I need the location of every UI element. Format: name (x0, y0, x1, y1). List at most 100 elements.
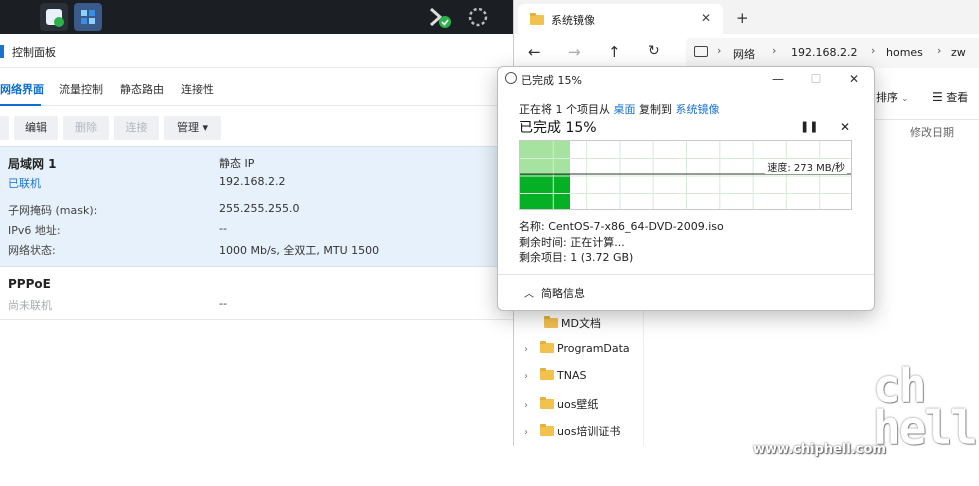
folder-icon (530, 13, 547, 27)
window-title: 控制面板 (12, 46, 56, 59)
chevron-down-icon: ⌄ (901, 94, 909, 103)
pause-button[interactable]: ❚❚ (800, 120, 818, 133)
breadcrumb-homes[interactable]: homes (886, 46, 923, 59)
dsm-taskbar (0, 0, 515, 34)
tree-item-programdata[interactable]: › ProgramData (524, 341, 630, 355)
tree-item-tnas[interactable]: › TNAS (524, 368, 587, 382)
chevron-right-icon[interactable]: › (524, 371, 540, 382)
speed-label: 速度: 273 MB/秒 (765, 159, 847, 174)
delete-button[interactable]: 删除 (63, 116, 109, 140)
source-link[interactable]: 桌面 (614, 103, 636, 116)
manage-dropdown[interactable]: 管理 ▾ (164, 116, 221, 140)
chiphell-watermark-logo: ch hell (873, 359, 978, 455)
copy-progress-dialog: 已完成 15% — ☐ ✕ 正在将 1 个项目从 桌面 复制到 系统镜像 已完成… (497, 66, 875, 311)
copy-description: 正在将 1 个项目从 桌面 复制到 系统镜像 (519, 101, 720, 117)
tab-title: 系统镜像 (551, 14, 595, 27)
refresh-icon[interactable]: ↻ (648, 43, 660, 59)
tree-label: ProgramData (557, 342, 630, 355)
file-name: 名称: CentOS-7-x86_64-DVD-2009.iso (519, 220, 724, 233)
breadcrumb-network[interactable]: 网络 (733, 46, 755, 62)
less-info-button[interactable]: ︿ 简略信息 (524, 285, 585, 301)
edit-button[interactable]: 编辑 (14, 116, 58, 140)
view-list-icon: ☰ (932, 90, 943, 104)
pppoe-value: -- (219, 297, 227, 310)
progress-heading: 已完成 15% (519, 120, 597, 136)
tab-static-route[interactable]: 静态路由 (120, 81, 164, 97)
tab-connectivity[interactable]: 连接性 (181, 81, 214, 97)
status-text: 已联机 (8, 177, 41, 190)
task-status-icon[interactable] (426, 3, 454, 31)
folder-icon (540, 368, 554, 380)
less-info-label: 简略信息 (541, 287, 585, 300)
interface-name: 局域网 1 (8, 157, 57, 171)
minimize-button[interactable]: — (763, 70, 793, 88)
forward-arrow-icon[interactable]: → (568, 43, 581, 61)
up-arrow-icon[interactable]: ↑ (608, 43, 621, 61)
interface-item-lan1[interactable]: 局域网 1 已联机 静态 IP 192.168.2.2 子网掩码 (mask):… (0, 146, 515, 267)
target-link[interactable]: 系统镜像 (676, 103, 720, 116)
close-button[interactable]: ✕ (839, 70, 869, 88)
tree-item-uos-cert[interactable]: › uos培训证书 (524, 423, 620, 439)
cancel-button[interactable]: ✕ (840, 120, 850, 134)
chevron-right-icon[interactable]: › (524, 344, 540, 355)
network-status-value: 1000 Mb/s, 全双工, MTU 1500 (219, 244, 380, 257)
items-remaining: 剩余项目: 1 (3.72 GB) (519, 251, 634, 264)
network-status-label: 网络状态: (8, 244, 56, 257)
desktop-app-icon[interactable] (40, 3, 68, 31)
ipv6-value: -- (219, 222, 227, 235)
copy-mid: 复制到 (635, 103, 676, 116)
breadcrumb-separator-icon: › (937, 44, 942, 57)
view-button[interactable]: ☰ 查看 (932, 89, 968, 105)
interface-item-pppoe[interactable]: PPPoE 尚未联机 -- (0, 268, 515, 320)
control-panel-titlebar: 控制面板 (0, 34, 515, 68)
folder-icon (544, 316, 558, 328)
dialog-titlebar: 已完成 15% — ☐ ✕ (498, 67, 874, 91)
subnet-value: 255.255.255.0 (219, 202, 300, 215)
chevron-up-icon: ︿ (524, 289, 534, 300)
tree-item-md[interactable]: MD文档 (544, 315, 601, 331)
folder-icon (540, 397, 554, 409)
tree-label: uos培训证书 (557, 425, 621, 438)
tab-network-interface[interactable]: 网络界面 (0, 81, 44, 97)
interface-toolbar: 编辑 删除 连接 管理 ▾ (0, 116, 515, 144)
tree-label: MD文档 (561, 317, 601, 330)
view-label: 查看 (946, 91, 969, 104)
control-panel-window: 控制面板 网络界面 流量控制 静态路由 连接性 编辑 删除 连接 管理 ▾ 局域… (0, 34, 515, 486)
explorer-tab[interactable]: 系统镜像 ✕ (518, 4, 723, 34)
tree-item-uos-wallpaper[interactable]: › uos壁纸 (524, 396, 598, 412)
folder-icon (540, 341, 554, 353)
breadcrumb-user[interactable]: zw (951, 46, 966, 59)
chevron-right-icon[interactable]: › (524, 400, 540, 411)
new-tab-button[interactable]: + (736, 9, 749, 27)
connect-button[interactable]: 连接 (114, 116, 159, 140)
control-panel-app-icon[interactable] (74, 3, 102, 31)
dialog-title: 已完成 15% (521, 74, 582, 87)
close-tab-icon[interactable]: ✕ (701, 11, 711, 25)
address-bar[interactable]: › 网络 › 192.168.2.2 › homes › zw (686, 38, 979, 68)
time-remaining: 剩余时间: 正在计算... (519, 236, 625, 249)
breadcrumb-host[interactable]: 192.168.2.2 (791, 46, 857, 59)
speed-graph-svg (520, 141, 851, 209)
copy-prefix: 正在将 1 个项目从 (519, 103, 614, 116)
maximize-button[interactable]: ☐ (801, 70, 831, 88)
clock-icon (505, 72, 517, 84)
network-tabs: 网络界面 流量控制 静态路由 连接性 (0, 68, 515, 106)
progress-fill-top (520, 141, 570, 174)
computer-icon (694, 46, 708, 57)
sort-button[interactable]: 排序 ⌄ (876, 89, 908, 105)
speed-graph: 速度: 273 MB/秒 (519, 140, 852, 210)
interface-name: PPPoE (8, 277, 51, 291)
control-panel-app-icon-small (0, 45, 4, 58)
tab-traffic-control[interactable]: 流量控制 (59, 81, 103, 97)
status-text: 尚未联机 (8, 299, 52, 312)
tree-label: uos壁纸 (557, 398, 599, 411)
tree-label: TNAS (557, 369, 587, 382)
create-button-partial[interactable] (0, 116, 9, 140)
column-header-modified[interactable]: 修改日期 (910, 124, 954, 140)
ipv6-label: IPv6 地址: (8, 224, 61, 237)
back-arrow-icon[interactable]: ← (528, 43, 541, 61)
sort-label: 排序 (876, 91, 898, 104)
subnet-label: 子网掩码 (mask): (8, 204, 98, 217)
folder-icon (540, 424, 554, 436)
chevron-right-icon[interactable]: › (524, 427, 540, 438)
